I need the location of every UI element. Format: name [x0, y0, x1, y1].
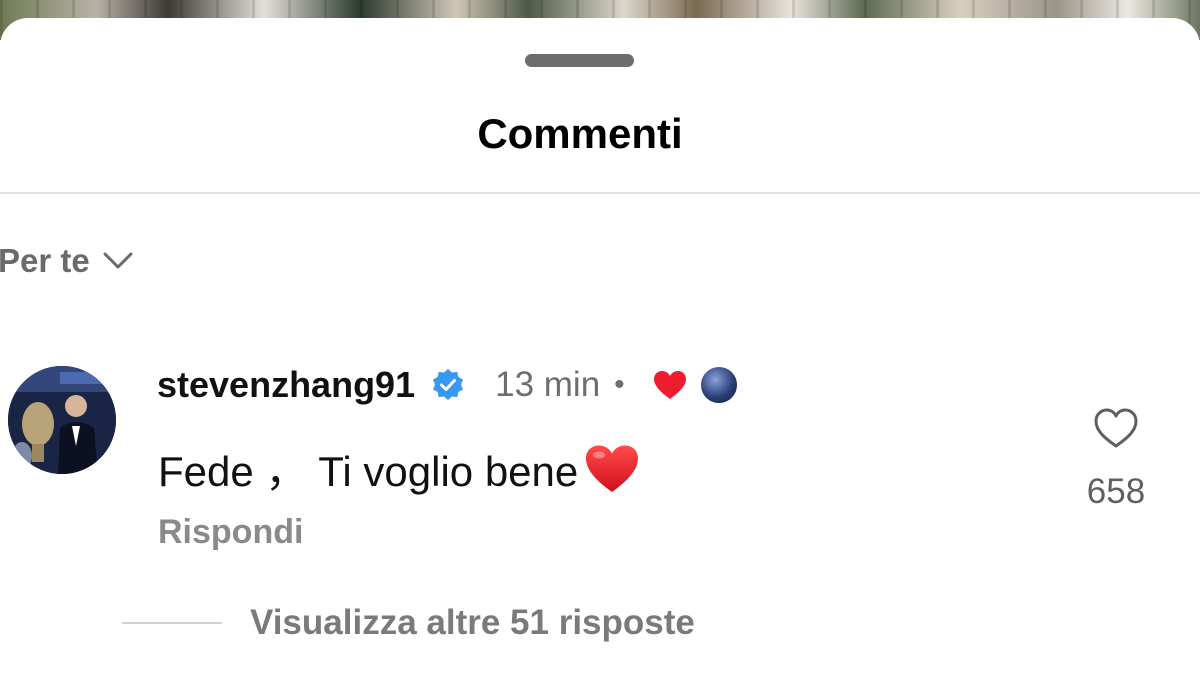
comment-text: Fede ， Ti voglio bene	[158, 448, 579, 495]
sort-dropdown[interactable]: Per te	[0, 242, 134, 280]
heart-emoji-icon	[586, 445, 639, 492]
comment-timestamp: 13 min	[495, 365, 601, 404]
header-divider	[0, 192, 1200, 194]
heart-outline-icon[interactable]	[1092, 404, 1140, 452]
comment-body: Fede ， Ti voglio bene	[158, 438, 640, 499]
view-replies-button[interactable]: Visualizza altre 51 risposte	[250, 603, 695, 643]
page-title: Commenti	[477, 110, 683, 157]
sheet-drag-handle[interactable]	[525, 54, 634, 67]
reply-button[interactable]: Rispondi	[158, 513, 303, 552]
chevron-down-icon	[102, 251, 134, 271]
author-avatar-mini	[698, 365, 739, 405]
meta-separator: •	[614, 368, 625, 401]
username[interactable]: stevenzhang91	[157, 364, 415, 406]
avatar[interactable]	[8, 366, 116, 474]
like-count: 658	[1086, 472, 1146, 511]
comments-screen: Commenti Per te stevenzhang91 13 min • F…	[0, 0, 1200, 675]
replies-divider	[122, 622, 222, 624]
heart-filled-icon	[653, 371, 686, 399]
comment-meta: stevenzhang91 13 min •	[157, 362, 739, 408]
verified-badge-icon	[433, 369, 464, 400]
comments-sheet: Commenti Per te	[0, 18, 1200, 675]
sort-label: Per te	[0, 242, 90, 279]
